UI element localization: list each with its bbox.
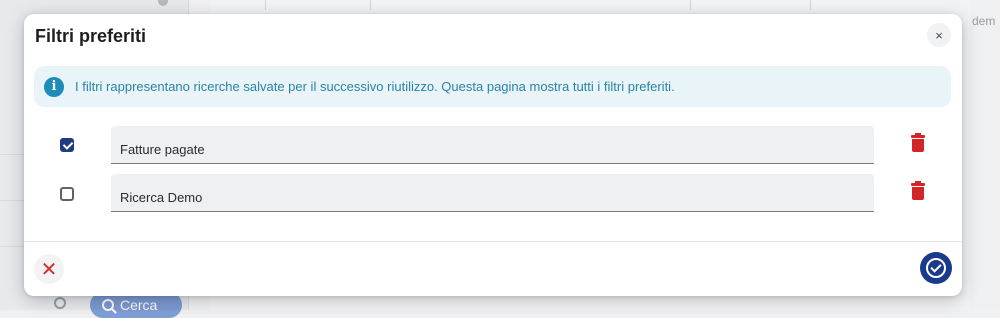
info-banner: i I filtri rappresentano ricerche salvat… bbox=[34, 66, 951, 107]
dialog-title: Filtri preferiti bbox=[35, 26, 147, 46]
footer-divider bbox=[24, 241, 962, 242]
info-icon: i bbox=[44, 76, 64, 97]
filter-row: Fatture pagate bbox=[24, 126, 962, 166]
info-text: I filtri rappresentano ricerche salvate … bbox=[75, 79, 675, 94]
cancel-button[interactable]: ✕ bbox=[34, 254, 64, 284]
close-icon: ✕ bbox=[40, 258, 58, 281]
filter-checkbox[interactable] bbox=[60, 187, 74, 201]
check-circle-icon bbox=[926, 258, 946, 278]
delete-filter-button[interactable] bbox=[909, 181, 927, 202]
delete-filter-button[interactable] bbox=[909, 133, 927, 154]
filter-row: Ricerca Demo bbox=[24, 174, 962, 214]
close-icon: × bbox=[935, 27, 943, 43]
confirm-button[interactable] bbox=[920, 252, 952, 284]
favorite-filters-dialog: Filtri preferiti × i I filtri rappresent… bbox=[24, 14, 962, 296]
filter-checkbox[interactable] bbox=[60, 138, 74, 152]
filter-name-field[interactable]: Fatture pagate bbox=[111, 126, 874, 164]
filter-name-field[interactable]: Ricerca Demo bbox=[111, 174, 874, 212]
close-button[interactable]: × bbox=[927, 23, 951, 47]
